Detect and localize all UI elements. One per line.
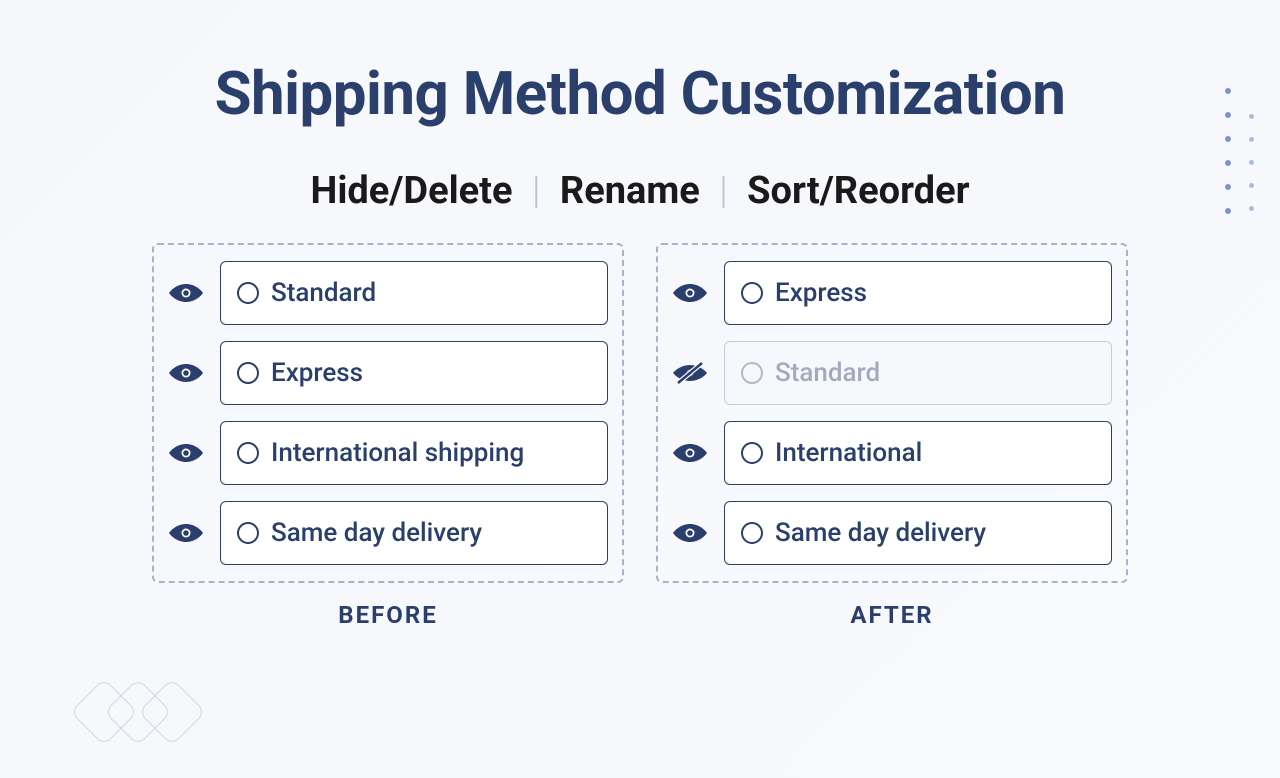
list-row: Standard — [672, 341, 1112, 405]
eye-icon — [168, 521, 204, 545]
shipping-option-label: International — [775, 438, 922, 468]
radio-icon — [237, 522, 259, 544]
decorative-diamonds — [80, 688, 196, 736]
list-row: Same day delivery — [672, 501, 1112, 565]
shipping-option-label: International shipping — [271, 438, 524, 468]
decorative-dots — [1225, 88, 1254, 214]
shipping-option[interactable]: Standard — [220, 261, 608, 325]
after-panel: Express Standard International Same day del… — [656, 243, 1128, 583]
list-row: Express — [672, 261, 1112, 325]
radio-icon — [741, 522, 763, 544]
after-column: Express Standard International Same day del… — [656, 243, 1128, 629]
eye-off-icon — [672, 361, 708, 385]
subtitle-rename: Rename — [560, 169, 700, 213]
before-panel: Standard Express International shipping Sam… — [152, 243, 624, 583]
shipping-option-label: Same day delivery — [271, 518, 482, 548]
eye-icon — [672, 521, 708, 545]
page-title: Shipping Method Customization — [0, 58, 1280, 129]
shipping-option[interactable]: Same day delivery — [724, 501, 1112, 565]
eye-icon — [168, 361, 204, 385]
list-row: Express — [168, 341, 608, 405]
separator: | — [532, 169, 540, 213]
shipping-option-label: Same day delivery — [775, 518, 986, 548]
radio-icon — [741, 282, 763, 304]
shipping-option-label: Express — [775, 278, 867, 308]
shipping-option-label: Express — [271, 358, 363, 388]
shipping-option-label: Standard — [775, 358, 880, 388]
shipping-option-label: Standard — [271, 278, 376, 308]
shipping-option[interactable]: International — [724, 421, 1112, 485]
list-row: Same day delivery — [168, 501, 608, 565]
before-column: Standard Express International shipping Sam… — [152, 243, 624, 629]
after-caption: AFTER — [656, 601, 1128, 629]
radio-icon — [741, 442, 763, 464]
shipping-option[interactable]: International shipping — [220, 421, 608, 485]
list-row: Standard — [168, 261, 608, 325]
radio-icon — [741, 362, 763, 384]
shipping-option[interactable]: Standard — [724, 341, 1112, 405]
list-row: International — [672, 421, 1112, 485]
shipping-option[interactable]: Express — [220, 341, 608, 405]
eye-icon — [168, 441, 204, 465]
shipping-option[interactable]: Express — [724, 261, 1112, 325]
before-caption: BEFORE — [152, 601, 624, 629]
subtitle-sort: Sort/Reorder — [747, 169, 969, 213]
eye-icon — [168, 281, 204, 305]
list-row: International shipping — [168, 421, 608, 485]
radio-icon — [237, 362, 259, 384]
eye-icon — [672, 281, 708, 305]
separator: | — [719, 169, 727, 213]
eye-icon — [672, 441, 708, 465]
shipping-option[interactable]: Same day delivery — [220, 501, 608, 565]
radio-icon — [237, 442, 259, 464]
subtitle: Hide/Delete | Rename | Sort/Reorder — [0, 169, 1280, 213]
subtitle-hide: Hide/Delete — [310, 169, 512, 213]
radio-icon — [237, 282, 259, 304]
